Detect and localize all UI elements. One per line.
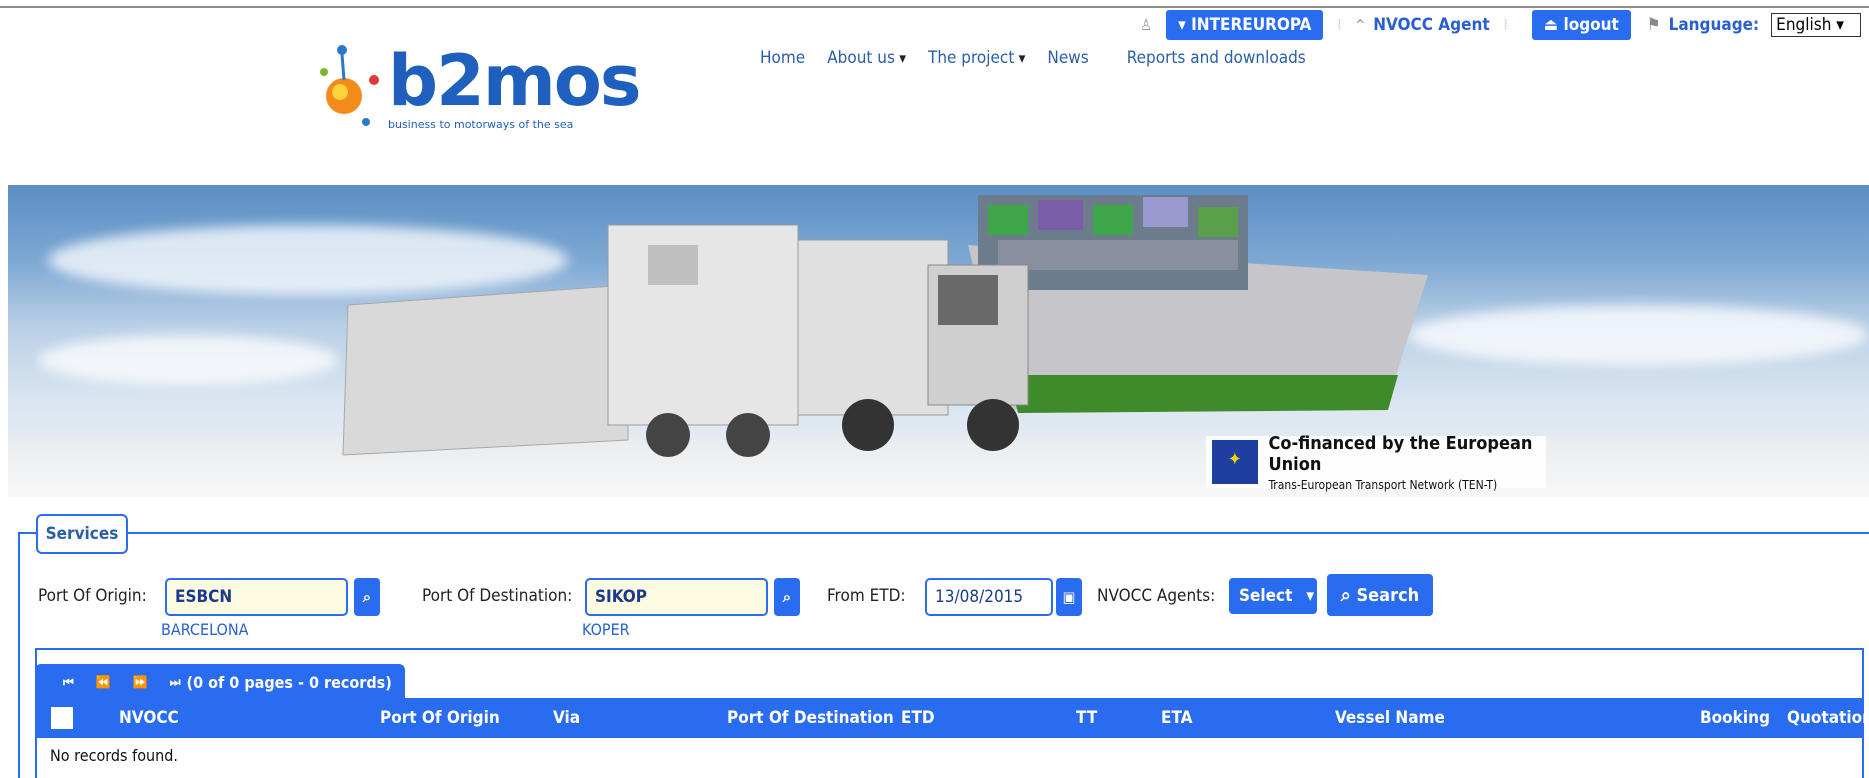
- col-via[interactable]: Via: [553, 708, 580, 728]
- origin-search-icon[interactable]: ⌕: [354, 578, 380, 616]
- site-logo[interactable]: b2mos business to motorways of the sea: [318, 40, 642, 136]
- first-page-icon[interactable]: ⏮: [63, 675, 74, 690]
- etd-input[interactable]: 13/08/2015: [925, 578, 1053, 616]
- tab-services[interactable]: Services: [36, 514, 128, 554]
- next-page-icon[interactable]: ⏩: [133, 675, 148, 689]
- logo-tagline: business to motorways of the sea: [388, 118, 574, 131]
- eu-line1: Co-financed by the European Union: [1268, 432, 1533, 475]
- col-quotation[interactable]: Quotation: [1787, 708, 1869, 728]
- eu-cofinance-badge: Co-financed by the European Union Trans-…: [1206, 432, 1546, 492]
- col-port-of-origin[interactable]: Port Of Origin: [380, 708, 500, 728]
- destination-name: KOPER: [582, 620, 630, 639]
- col-tt[interactable]: TT: [1076, 708, 1097, 728]
- nav-about-us[interactable]: About us: [827, 48, 906, 68]
- col-nvocc[interactable]: NVOCC: [119, 708, 179, 728]
- eu-flag-icon: [1212, 440, 1259, 484]
- origin-name: BARCELONA: [161, 620, 249, 639]
- col-vessel-name[interactable]: Vessel Name: [1335, 708, 1445, 728]
- search-button[interactable]: ⌕ Search: [1327, 574, 1433, 616]
- transport-illustration: [342, 195, 1428, 457]
- logo-mascot-icon: [320, 45, 379, 126]
- caret-up-icon: ^: [1355, 17, 1366, 33]
- company-dropdown[interactable]: ▾ INTEREUROPA: [1166, 10, 1324, 40]
- agents-label: NVOCC Agents:: [1097, 586, 1216, 606]
- agent-link[interactable]: NVOCC Agent: [1373, 15, 1489, 35]
- pager-status: (0 of 0 pages - 0 records): [186, 672, 392, 692]
- agents-select[interactable]: Select: [1229, 578, 1317, 614]
- nav-the-project[interactable]: The project: [928, 48, 1025, 68]
- origin-input[interactable]: ESBCN: [165, 578, 348, 616]
- last-page-icon[interactable]: ⏭: [170, 675, 181, 690]
- logout-button[interactable]: ⏏ logout: [1531, 10, 1631, 40]
- top-divider: [0, 6, 1869, 8]
- col-etd[interactable]: ETD: [901, 708, 935, 728]
- logo-wordmark: b2mos: [388, 40, 642, 122]
- language-select[interactable]: English ▾: [1771, 13, 1862, 37]
- col-eta[interactable]: ETA: [1161, 708, 1192, 728]
- user-bar: ♙ ▾ INTEREUROPA ⁞ ^ NVOCC Agent ⁞ ⏏ logo…: [1140, 10, 1862, 40]
- agents-select-label: Select: [1239, 586, 1293, 606]
- hero-banner: Co-financed by the European Union Trans-…: [8, 185, 1869, 497]
- user-icon: ♙: [1140, 16, 1153, 34]
- nav-reports[interactable]: Reports and downloads: [1127, 48, 1306, 68]
- search-label: Search: [1356, 584, 1420, 606]
- destination-search-icon[interactable]: ⌕: [774, 578, 800, 616]
- destination-label: Port Of Destination:: [422, 586, 573, 606]
- language-label: Language:: [1668, 15, 1760, 35]
- pager: ⏮ ⏪ ⏩ ⏭ (0 of 0 pages - 0 records): [35, 664, 405, 700]
- empty-message: No records found.: [50, 746, 178, 765]
- eu-line2: Trans-European Transport Network (TEN-T): [1268, 477, 1498, 492]
- prev-page-icon[interactable]: ⏪: [96, 675, 111, 689]
- main-nav: Home About us The project News Reports a…: [760, 48, 1328, 68]
- calendar-icon[interactable]: ▣: [1056, 578, 1082, 616]
- etd-label: From ETD:: [827, 586, 906, 606]
- language-value: English: [1776, 15, 1832, 35]
- destination-input[interactable]: SIKOP: [585, 578, 768, 616]
- company-label: INTEREUROPA: [1191, 15, 1312, 35]
- nav-news[interactable]: News: [1047, 48, 1088, 68]
- col-booking[interactable]: Booking: [1700, 708, 1770, 728]
- logout-label: logout: [1563, 15, 1619, 35]
- col-port-of-destination[interactable]: Port Of Destination: [727, 708, 894, 728]
- select-all-checkbox[interactable]: [51, 707, 73, 729]
- flag-icon: ⚑: [1646, 15, 1661, 35]
- table-header: NVOCC Port Of Origin Via Port Of Destina…: [35, 698, 1869, 738]
- nav-home[interactable]: Home: [760, 48, 805, 68]
- separator: ⁞: [1503, 17, 1508, 33]
- origin-label: Port Of Origin:: [38, 586, 147, 606]
- separator: ⁞: [1337, 17, 1342, 33]
